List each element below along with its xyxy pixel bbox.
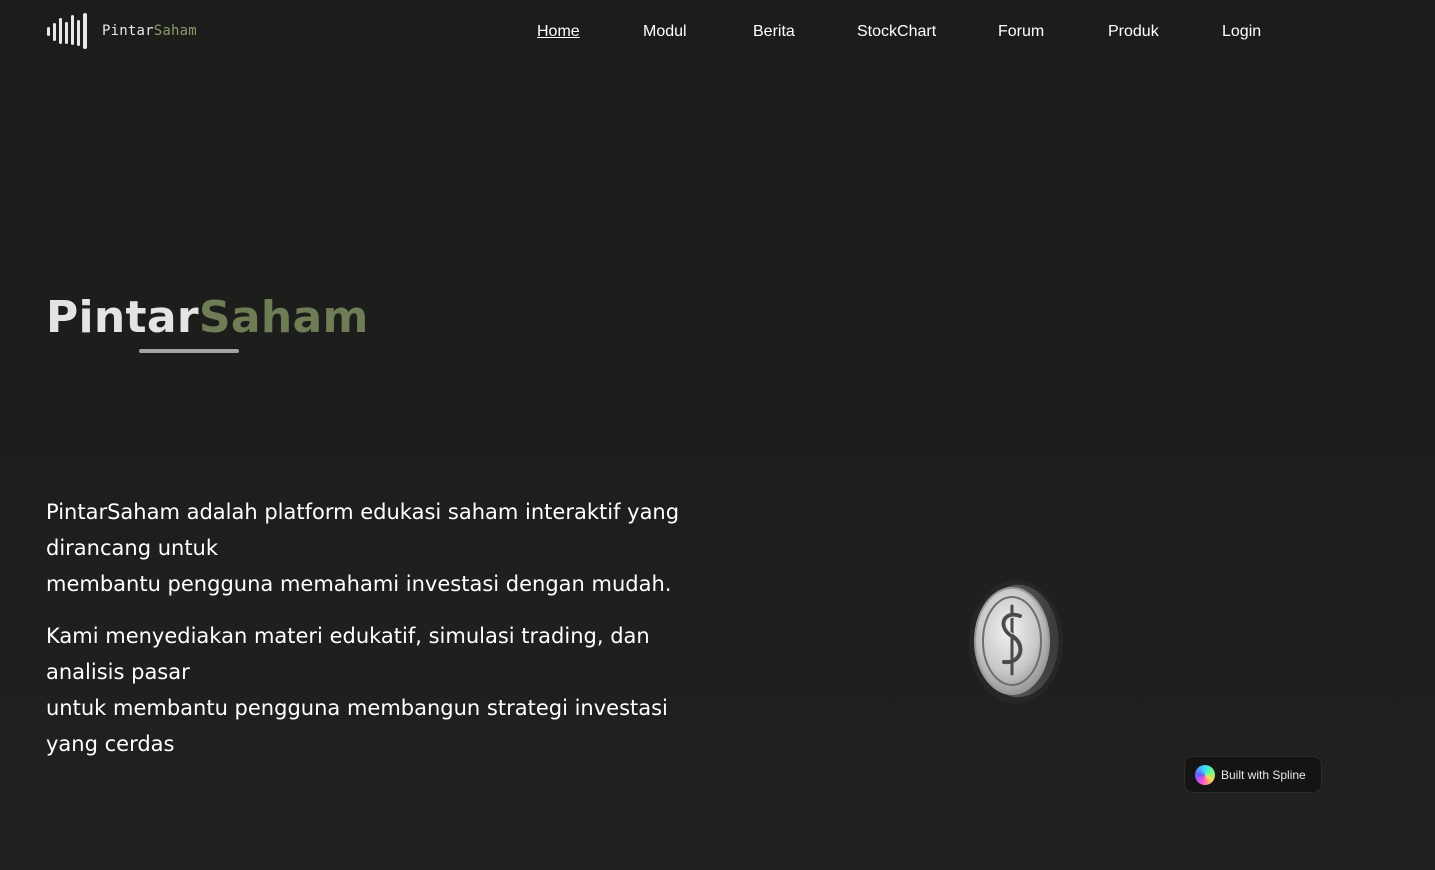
built-with-spline-badge[interactable]: Built with Spline (1184, 756, 1322, 793)
dollar-coin-icon[interactable] (962, 576, 1066, 708)
description-line: PintarSaham adalah platform edukasi saha… (46, 500, 680, 524)
spline-badge-label: Built with Spline (1221, 767, 1306, 782)
description-line: yang cerdas (46, 732, 175, 756)
nav-modul[interactable]: Modul (643, 20, 687, 44)
description-line: analisis pasar (46, 660, 190, 684)
description-line: dirancang untuk (46, 536, 219, 560)
hero-title-part1: Pintar (46, 292, 199, 343)
hero-description-2: Kami menyediakan materi edukatif, simula… (46, 618, 686, 762)
title-underline (139, 349, 239, 353)
nav-stockchart[interactable]: StockChart (857, 20, 936, 44)
hero-description-1: PintarSaham adalah platform edukasi saha… (46, 494, 686, 602)
nav-login[interactable]: Login (1222, 20, 1261, 44)
main-nav: Home Modul Berita StockChart Forum Produ… (0, 20, 1435, 44)
hero-title: PintarSaham (46, 288, 369, 348)
hero-title-part2: Saham (198, 292, 369, 343)
nav-home[interactable]: Home (537, 20, 580, 44)
spline-logo-icon (1195, 764, 1215, 785)
nav-forum[interactable]: Forum (998, 20, 1044, 44)
description-line: Kami menyediakan materi edukatif, simula… (46, 624, 650, 648)
nav-berita[interactable]: Berita (753, 20, 795, 44)
description-line: untuk membantu pengguna membangun strate… (46, 696, 668, 720)
description-line: membantu pengguna memahami investasi den… (46, 572, 672, 596)
nav-produk[interactable]: Produk (1108, 20, 1159, 44)
